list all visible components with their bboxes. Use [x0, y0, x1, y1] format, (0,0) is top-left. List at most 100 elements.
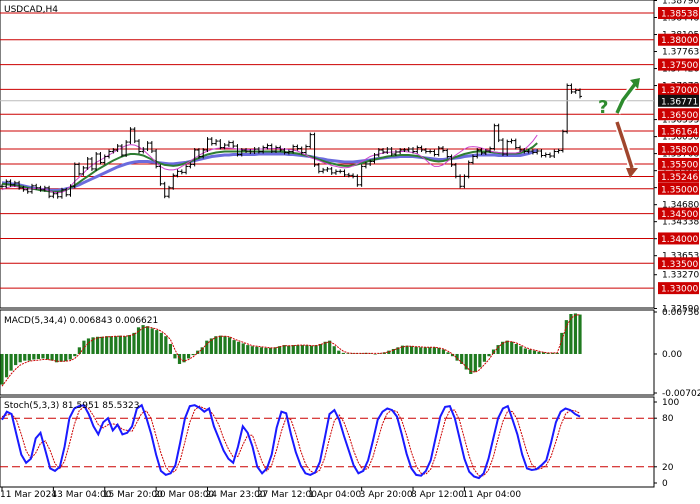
- macd-bar: [268, 347, 273, 354]
- macd-bar: [332, 346, 336, 354]
- macd-bar: [223, 336, 227, 354]
- macd-bar: [127, 335, 132, 354]
- macd-label: MACD(5,34,4) 0.006843 0.006621: [4, 316, 158, 326]
- macd-bar: [287, 345, 291, 354]
- macd-bar: [0, 353, 4, 385]
- macd-bar: [141, 325, 145, 354]
- macd-bar: [159, 332, 163, 354]
- macd-bar: [45, 353, 50, 360]
- macd-bar: [132, 332, 136, 354]
- macd-bar: [255, 346, 259, 354]
- macd-bar: [123, 336, 127, 354]
- level-tag: 1.33500: [658, 257, 699, 270]
- macd-bar: [237, 341, 241, 354]
- macd-bar: [150, 328, 154, 354]
- stoch-tick-label: 80: [662, 414, 674, 424]
- macd-bar: [478, 353, 482, 368]
- macd-bar: [77, 347, 81, 354]
- macd-bar: [109, 336, 113, 354]
- price-tick-label: 1.37763: [662, 48, 699, 58]
- macd-bar: [164, 336, 168, 354]
- macd-bar: [23, 353, 27, 361]
- macd-bar: [510, 341, 514, 354]
- time-tick-label: 1 Apr 04:00: [308, 490, 361, 500]
- macd-bar: [168, 343, 172, 354]
- level-tag-label: 1.38000: [661, 36, 698, 46]
- level-tag: 1.33000: [658, 282, 699, 295]
- macd-bar: [341, 352, 345, 354]
- macd-bar: [432, 347, 436, 354]
- macd-bar: [505, 340, 509, 354]
- macd-bar: [241, 343, 245, 354]
- macd-bar: [27, 353, 31, 361]
- question-mark: ?: [598, 97, 608, 118]
- macd-bar: [519, 346, 523, 354]
- macd-bar: [300, 345, 304, 354]
- time-tick-label: 11 Apr 04:00: [462, 490, 521, 500]
- macd-bar: [296, 345, 300, 354]
- stoch-tick-label: 20: [662, 463, 674, 473]
- macd-bar: [318, 343, 323, 354]
- macd-bar: [218, 335, 223, 354]
- macd-bar: [259, 347, 264, 354]
- macd-bar: [373, 353, 377, 355]
- macd-bar: [214, 336, 218, 354]
- current-price-badge: 1.36771: [658, 94, 699, 107]
- macd-bar: [246, 345, 250, 354]
- macd-bar: [482, 353, 487, 362]
- stoch-tick-label: 100: [662, 398, 679, 408]
- macd-bar: [314, 345, 318, 354]
- macd-bar: [410, 346, 414, 354]
- macd-bar: [73, 353, 77, 357]
- macd-bar: [278, 346, 282, 354]
- macd-bar: [441, 349, 446, 354]
- level-tag-label: 1.33000: [661, 285, 698, 295]
- macd-bar: [573, 313, 578, 354]
- chart-window: 1.387901.384481.381051.377631.374201.370…: [0, 0, 700, 500]
- macd-bar: [487, 353, 491, 357]
- macd-bar: [414, 346, 418, 354]
- level-tag-label: 1.36500: [661, 111, 698, 121]
- macd-bar: [419, 347, 423, 354]
- level-tag-label: 1.35500: [661, 160, 698, 170]
- macd-bar: [118, 335, 122, 354]
- macd-bar: [205, 340, 209, 354]
- chart-title: USDCAD,H4: [4, 5, 58, 15]
- macd-bar: [232, 340, 236, 354]
- macd-bar: [146, 326, 150, 354]
- level-tag: 1.34000: [658, 232, 699, 245]
- macd-bar: [4, 353, 9, 378]
- macd-bar: [95, 336, 100, 354]
- level-tag-label: 1.38538: [661, 10, 698, 20]
- macd-bar: [496, 345, 500, 354]
- macd-tick-label: 0.00756: [662, 308, 699, 318]
- macd-bar: [36, 353, 41, 359]
- macd-bar: [32, 353, 36, 360]
- macd-bar: [291, 345, 295, 354]
- macd-bar: [191, 353, 195, 356]
- level-tag: 1.38000: [658, 33, 699, 46]
- level-tag-label: 1.35000: [661, 185, 698, 195]
- macd-bar: [578, 314, 582, 354]
- macd-bar: [105, 336, 109, 354]
- level-tag-label: 1.33500: [661, 260, 698, 270]
- macd-bar: [264, 347, 268, 354]
- macd-bar: [532, 350, 537, 354]
- macd-bar: [514, 343, 518, 354]
- time-tick-label: 11 Mar 2024: [0, 490, 57, 500]
- level-tag-label: 1.35800: [661, 146, 698, 156]
- macd-bar: [227, 337, 232, 354]
- stoch-tick-label: 0: [662, 479, 668, 489]
- time-tick-label: 3 Apr 20:00: [360, 490, 413, 500]
- macd-bar: [523, 348, 527, 354]
- macd-bar: [305, 345, 309, 354]
- macd-bar: [537, 351, 541, 354]
- macd-bar: [14, 353, 18, 366]
- level-tag-label: 1.34000: [661, 235, 698, 245]
- level-tag-label: 1.35246: [661, 173, 698, 183]
- level-tag-label: 1.37000: [661, 86, 698, 96]
- level-tag-label: 1.34500: [661, 210, 698, 220]
- macd-bar: [86, 338, 91, 354]
- macd-bar: [423, 347, 427, 354]
- time-tick-label: 8 Apr 12:00: [411, 490, 464, 500]
